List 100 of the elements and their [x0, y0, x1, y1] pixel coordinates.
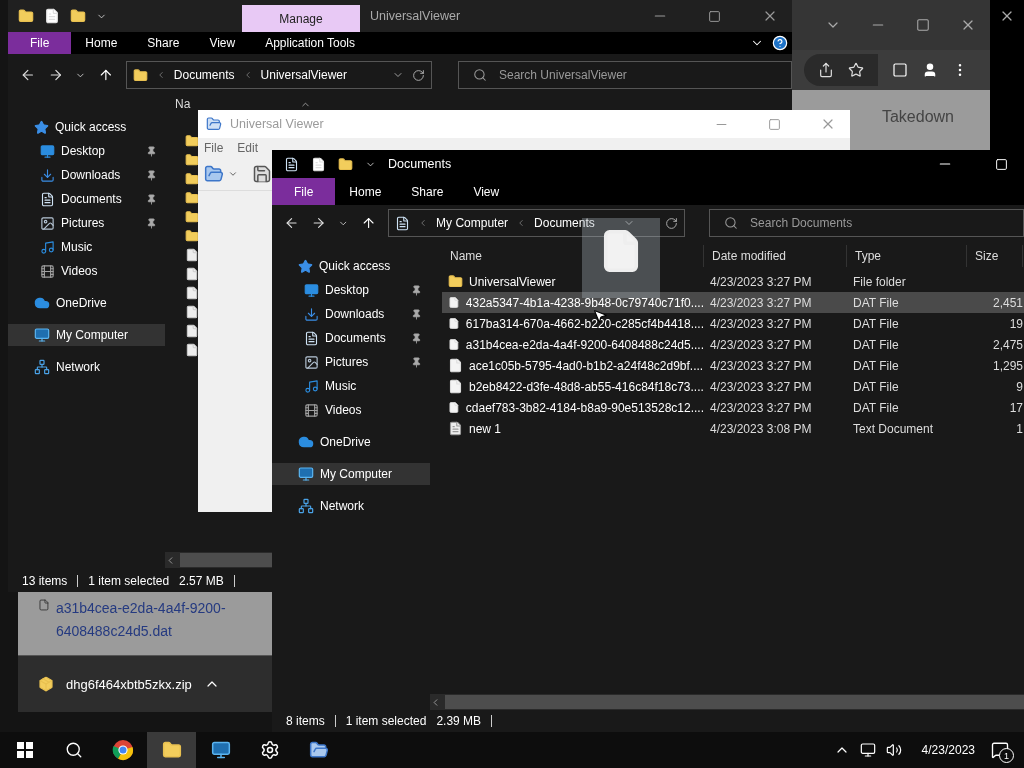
refresh-icon: [412, 68, 426, 82]
file-size: 19: [1008, 316, 1023, 331]
search-icon: [724, 216, 739, 230]
nav-item[interactable]: Network: [8, 356, 165, 378]
folder-icon[interactable]: [18, 8, 34, 24]
search-field[interactable]: Search Documents: [709, 209, 1024, 237]
folder-icon: [161, 740, 182, 760]
column-header[interactable]: Size: [967, 245, 1023, 267]
side-panel-icon[interactable]: [892, 62, 908, 78]
menu-item[interactable]: File: [204, 141, 224, 155]
search-field[interactable]: Search UniversalViewer: [458, 61, 792, 89]
ribbon-tab[interactable]: Application Tools: [251, 32, 370, 54]
file-size: 1,295: [991, 358, 1023, 373]
share-icon[interactable]: [818, 62, 834, 78]
ribbon-tab[interactable]: Home: [335, 178, 396, 205]
nav-item[interactable]: OneDrive: [272, 431, 430, 453]
forward-icon[interactable]: [311, 215, 327, 231]
open-folder-icon: [308, 740, 329, 760]
file-explorer-button[interactable]: [147, 732, 196, 768]
file-row[interactable]: 617ba314-670a-4662-b220-c285cf4b4418.... 4/23/2023 3:27 PM DAT File 19: [442, 313, 1024, 334]
bookmark-star-icon[interactable]: [848, 62, 864, 78]
breadcrumb[interactable]: My Computer: [436, 216, 509, 230]
file-type: DAT File: [852, 316, 900, 331]
download-file-name[interactable]: dhg6f464xbtb5zkx.zip: [66, 676, 192, 692]
column-header[interactable]: Na: [175, 97, 191, 111]
back-icon[interactable]: [284, 215, 300, 231]
save-icon[interactable]: [252, 164, 272, 184]
search-icon: [64, 741, 83, 759]
nav-item[interactable]: Documents: [272, 327, 430, 349]
file-type: Text Document: [852, 421, 935, 436]
music-note-icon: [304, 378, 319, 394]
network-status-icon[interactable]: [859, 742, 876, 758]
file-row[interactable]: b2eb8422-d3fe-48d8-ab55-416c84f18c73.... 4/23/2023 3:27 PM DAT File 9: [442, 376, 1024, 397]
nav-item[interactable]: My Computer: [272, 463, 430, 485]
breadcrumb[interactable]: Documents: [534, 216, 595, 230]
search-placeholder: Search UniversalViewer: [499, 68, 627, 82]
settings-icon: [259, 740, 280, 760]
file-menu-tab[interactable]: File: [8, 32, 72, 54]
column-header[interactable]: Date modified: [704, 245, 847, 267]
document-icon[interactable]: [284, 156, 299, 172]
back-icon[interactable]: [20, 67, 36, 83]
file-row[interactable]: cdaef783-3b82-4184-b8a9-90e513528c12.... 4/23/2023 3:27 PM DAT File 17: [442, 397, 1024, 418]
profile-icon[interactable]: [922, 62, 938, 78]
help-icon[interactable]: [772, 35, 788, 51]
nav-item[interactable]: Music: [272, 375, 430, 397]
volume-icon[interactable]: [885, 742, 902, 758]
download-link[interactable]: a31b4cea-e2da-4a4f-9200-6408488c24d5.dat: [55, 597, 268, 643]
clock-date[interactable]: 4/23/2023: [921, 743, 975, 757]
nav-item[interactable]: My Computer: [8, 324, 165, 346]
column-header[interactable]: Type: [847, 245, 967, 267]
context-tab[interactable]: Manage: [242, 5, 360, 32]
browser-logo-icon: [111, 739, 134, 761]
nav-item[interactable]: Videos: [8, 260, 165, 282]
scrollbar-thumb[interactable]: [180, 553, 272, 567]
picture-icon: [40, 215, 55, 231]
nav-item[interactable]: Music: [8, 236, 165, 258]
file-name: a31b4cea-e2da-4a4f-9200-6408488c24d5....: [465, 337, 704, 352]
ribbon-tab[interactable]: View: [195, 32, 250, 54]
nav-item[interactable]: Downloads: [8, 164, 165, 186]
nav-item[interactable]: OneDrive: [8, 292, 165, 314]
file-row[interactable]: a31b4cea-e2da-4a4f-9200-6408488c24d5.... 4/23/2023 3:27 PM DAT File 2,475: [442, 334, 1024, 355]
nav-item[interactable]: Desktop: [8, 140, 165, 162]
ribbon-tab[interactable]: Home: [71, 32, 132, 54]
file-icon: [38, 597, 50, 613]
open-folder-icon[interactable]: [204, 164, 224, 184]
nav-item[interactable]: Quick access: [8, 116, 165, 138]
nav-item[interactable]: Pictures: [272, 351, 430, 373]
pin-icon: [411, 356, 422, 368]
nav-item[interactable]: Desktop: [272, 279, 430, 301]
selection-size: 2.57 MB: [179, 574, 224, 588]
scrollbar[interactable]: [165, 552, 272, 568]
ribbon-tab[interactable]: View: [459, 178, 514, 205]
pin-icon: [146, 169, 157, 181]
file-row[interactable]: new 1 4/23/2023 3:08 PM Text Document 1: [442, 418, 1024, 439]
nav-item[interactable]: Network: [272, 495, 430, 517]
file-menu-tab[interactable]: File: [272, 178, 336, 205]
new-folder-icon[interactable]: [338, 156, 353, 172]
file-icon: [448, 295, 460, 310]
ribbon-tab[interactable]: Share: [133, 32, 194, 54]
properties-icon[interactable]: [44, 8, 60, 24]
file-row[interactable]: 432a5347-4b1a-4238-9b48-0c79740c71f0.... 4/23/2023 3:27 PM DAT File 2,451: [442, 292, 1024, 313]
menu-item[interactable]: Edit: [237, 141, 259, 155]
up-icon[interactable]: [98, 67, 114, 83]
properties-icon[interactable]: [311, 156, 326, 172]
file-row[interactable]: UniversalViewer 4/23/2023 3:27 PM File folder: [442, 271, 1024, 292]
file-name: b2eb8422-d3fe-48d8-ab55-416c84f18c73....: [469, 379, 704, 394]
breadcrumb[interactable]: Documents: [173, 68, 235, 82]
ribbon-tab[interactable]: Share: [397, 178, 458, 205]
nav-item[interactable]: Downloads: [272, 303, 430, 325]
dropdown-icon[interactable]: [228, 169, 238, 179]
nav-item[interactable]: Documents: [8, 188, 165, 210]
nav-item[interactable]: Videos: [272, 399, 430, 421]
nav-item[interactable]: Pictures: [8, 212, 165, 234]
notification-button[interactable]: 1: [975, 732, 1024, 768]
address-bar[interactable]: Documents UniversalViewer: [125, 61, 433, 89]
address-bar[interactable]: My Computer Documents: [388, 209, 686, 237]
new-folder-icon[interactable]: [70, 8, 86, 24]
breadcrumb[interactable]: UniversalViewer: [260, 68, 348, 82]
file-row[interactable]: ace1c05b-5795-4ad0-b1b2-a24f48c2d9bf.... 4/23/2023 3:27 PM DAT File 1,295: [442, 355, 1024, 376]
nav-item[interactable]: Quick access: [272, 255, 430, 277]
